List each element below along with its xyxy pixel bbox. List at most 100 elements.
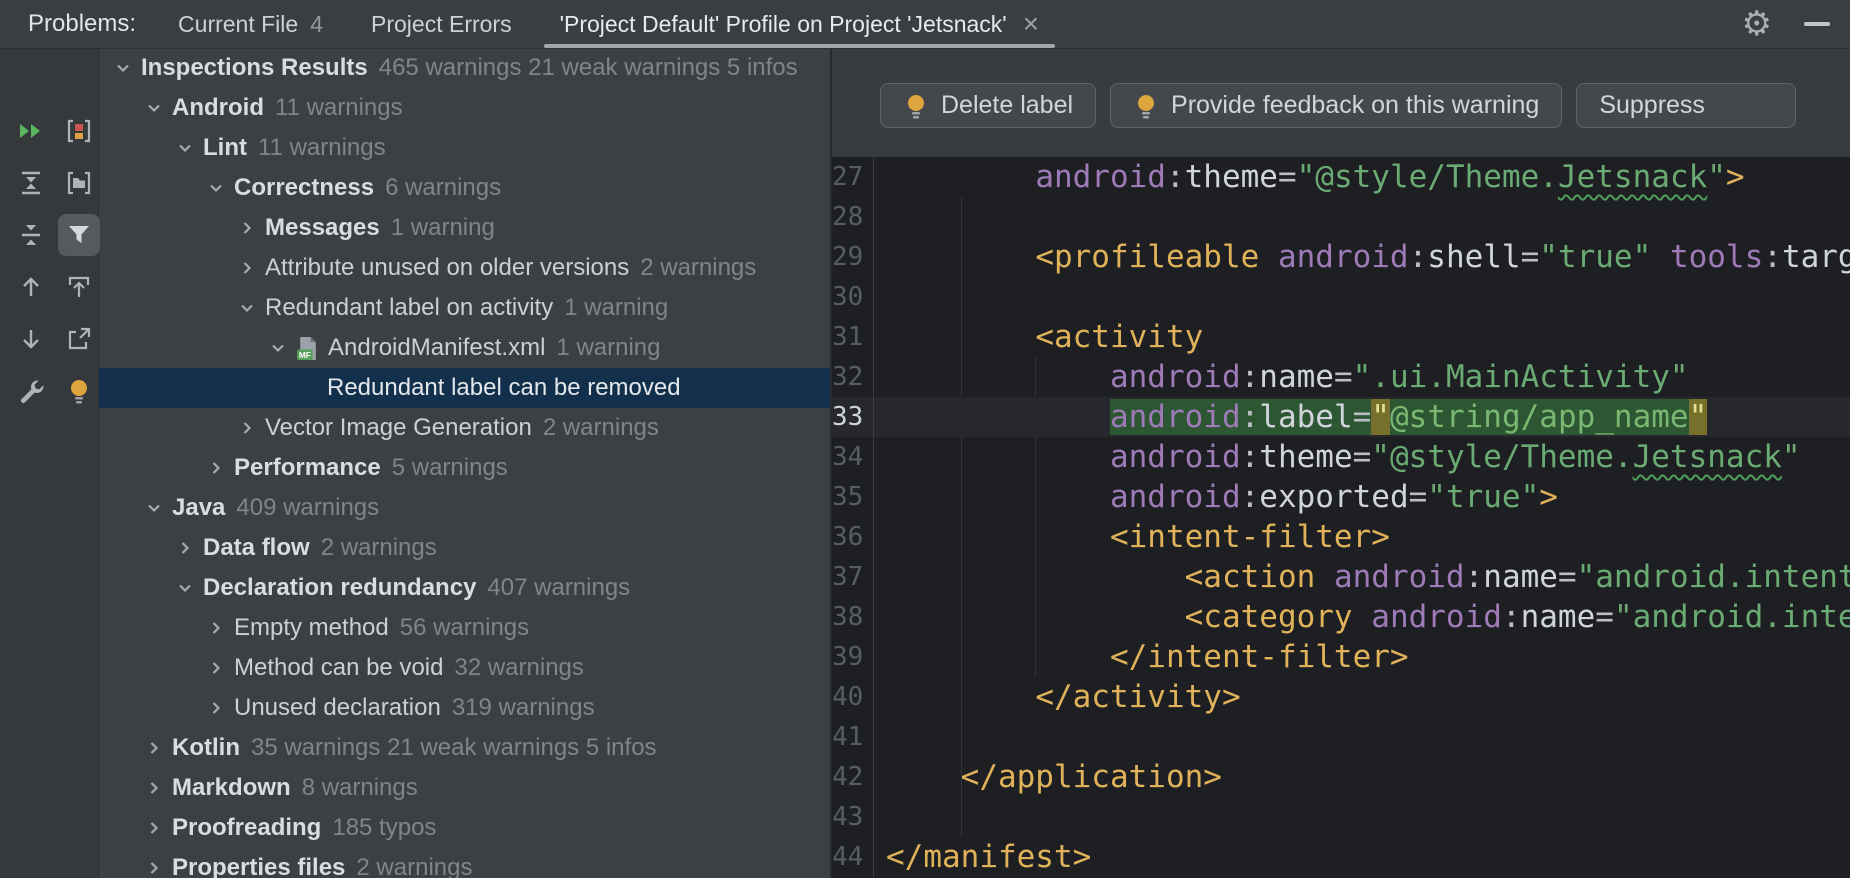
tree-row-label: Inspections Results (141, 54, 368, 82)
editor-line[interactable]: 28 (832, 197, 1850, 237)
rerun-inspections-button[interactable] (10, 110, 52, 152)
chevron-collapsed-toggle[interactable] (143, 857, 165, 878)
tree-row-count: 2 warnings (543, 414, 659, 442)
tree-row[interactable]: Proofreading185 typos (98, 808, 830, 848)
next-problem-button[interactable] (10, 318, 52, 360)
tab-inspection-profile[interactable]: 'Project Default' Profile on Project 'Je… (536, 0, 1063, 48)
tab-project-errors[interactable]: Project Errors (347, 0, 536, 48)
tree-row[interactable]: Kotlin35 warnings 21 weak warnings 5 inf… (98, 728, 830, 768)
editor-line[interactable]: 30 (832, 277, 1850, 317)
chevron-expanded-toggle[interactable] (236, 297, 258, 319)
quick-fixes-button[interactable] (58, 370, 100, 412)
filter-button[interactable] (58, 214, 100, 256)
editor-line[interactable]: 36 <intent-filter> (832, 517, 1850, 557)
severity-filter-button[interactable] (58, 110, 100, 152)
tree-row[interactable]: Declaration redundancy407 warnings (98, 568, 830, 608)
chevron-expanded-toggle[interactable] (205, 177, 227, 199)
line-number: 42 (832, 757, 874, 797)
tree-row[interactable]: MFAndroidManifest.xml1 warning (98, 328, 830, 368)
tree-row[interactable]: Empty method56 warnings (98, 608, 830, 648)
chevron-right-icon (146, 780, 162, 796)
tree-row[interactable]: Android11 warnings (98, 88, 830, 128)
tree-row[interactable]: Lint11 warnings (98, 128, 830, 168)
tree-row[interactable]: Redundant label on activity1 warning (98, 288, 830, 328)
chevron-collapsed-toggle[interactable] (236, 217, 258, 239)
close-icon[interactable]: × (1023, 10, 1039, 38)
chevron-collapsed-toggle[interactable] (174, 537, 196, 559)
editor-line[interactable]: 34 android:theme="@style/Theme.Jetsnack" (832, 437, 1850, 477)
editor-line[interactable]: 38 <category android:name="android.inten… (832, 597, 1850, 637)
tree-row[interactable]: Correctness6 warnings (98, 168, 830, 208)
line-number: 36 (832, 517, 874, 557)
editor-line[interactable]: 29 <profileable android:shell="true" too… (832, 237, 1850, 277)
tree-row[interactable]: Messages1 warning (98, 208, 830, 248)
chevron-collapsed-toggle[interactable] (236, 257, 258, 279)
tree-row[interactable]: Data flow2 warnings (98, 528, 830, 568)
suppress-button[interactable]: Suppress (1576, 83, 1796, 128)
expand-all-button[interactable] (10, 162, 52, 204)
editor-line[interactable]: 33 android:label="@string/app_name" (832, 397, 1850, 437)
collapse-all-icon (17, 221, 45, 249)
chevron-right-icon (146, 820, 162, 836)
editor-line[interactable]: 27 android:theme="@style/Theme.Jetsnack"… (832, 157, 1850, 197)
chevron-expanded-toggle[interactable] (143, 97, 165, 119)
code-text (874, 277, 886, 317)
chevron-collapsed-toggle[interactable] (205, 617, 227, 639)
tree-row[interactable]: Redundant label can be removed (98, 368, 830, 408)
chevron-down-icon (146, 500, 162, 516)
chevron-expanded-toggle[interactable] (174, 577, 196, 599)
editor-line[interactable]: 35 android:exported="true"> (832, 477, 1850, 517)
settings-gear-icon[interactable]: ⚙ (1742, 7, 1772, 41)
editor-line[interactable]: 39 </intent-filter> (832, 637, 1850, 677)
tree-row[interactable]: Markdown8 warnings (98, 768, 830, 808)
editor-line[interactable]: 32 android:name=".ui.MainActivity" (832, 357, 1850, 397)
group-by-directory-button[interactable] (58, 162, 100, 204)
chevron-right-icon (239, 260, 255, 276)
tab-current-file[interactable]: Current File 4 (154, 0, 347, 48)
provide-feedback-button[interactable]: Provide feedback on this warning (1110, 83, 1562, 128)
chevron-right-icon (208, 660, 224, 676)
editor-line[interactable]: 42 </application> (832, 757, 1850, 797)
editor-line[interactable]: 40 </activity> (832, 677, 1850, 717)
tree-row-label: Performance (234, 454, 381, 482)
chevron-right-icon (146, 860, 162, 876)
editor-line[interactable]: 37 <action android:name="android.intent.… (832, 557, 1850, 597)
chevron-expanded-toggle[interactable] (143, 497, 165, 519)
tree-row-count: 2 warnings (321, 534, 437, 562)
tree-row[interactable]: Attribute unused on older versions2 warn… (98, 248, 830, 288)
editor-line[interactable]: 41 (832, 717, 1850, 757)
previous-problem-button[interactable] (10, 266, 52, 308)
editor-line[interactable]: 31 <activity (832, 317, 1850, 357)
hide-toolwindow-icon[interactable] (1802, 9, 1832, 39)
chevron-collapsed-toggle[interactable] (205, 657, 227, 679)
chevron-expanded-toggle[interactable] (112, 57, 134, 79)
code-editor[interactable]: 27 android:theme="@style/Theme.Jetsnack"… (832, 157, 1850, 878)
tree-row[interactable]: Java409 warnings (98, 488, 830, 528)
chevron-expanded-toggle[interactable] (267, 337, 289, 359)
delete-label-button[interactable]: Delete label (880, 83, 1096, 128)
chevron-collapsed-toggle[interactable] (236, 417, 258, 439)
chevron-collapsed-toggle[interactable] (205, 457, 227, 479)
tree-row-label: Markdown (172, 774, 291, 802)
line-number: 29 (832, 237, 874, 277)
tree-row[interactable]: Vector Image Generation2 warnings (98, 408, 830, 448)
export-results-button[interactable] (58, 266, 100, 308)
editor-line[interactable]: 43 (832, 797, 1850, 837)
chevron-collapsed-toggle[interactable] (143, 777, 165, 799)
open-in-new-window-button[interactable] (58, 318, 100, 360)
tree-row[interactable]: Unused declaration319 warnings (98, 688, 830, 728)
tree-row[interactable]: Performance5 warnings (98, 448, 830, 488)
inspection-settings-button[interactable] (10, 370, 52, 412)
chevron-collapsed-toggle[interactable] (205, 697, 227, 719)
editor-line[interactable]: 44</manifest> (832, 837, 1850, 877)
tree-row[interactable]: Method can be void32 warnings (98, 648, 830, 688)
tree-row-label: Messages (265, 214, 380, 242)
chevron-collapsed-toggle[interactable] (143, 737, 165, 759)
tree-row-label: Method can be void (234, 654, 443, 682)
collapse-all-button[interactable] (10, 214, 52, 256)
chevron-expanded-toggle[interactable] (174, 137, 196, 159)
chevron-collapsed-toggle[interactable] (143, 817, 165, 839)
inspection-results-tree: Inspections Results465 warnings 21 weak … (98, 48, 830, 878)
tree-row[interactable]: Properties files2 warnings (98, 848, 830, 878)
tree-row[interactable]: Inspections Results465 warnings 21 weak … (98, 48, 830, 88)
